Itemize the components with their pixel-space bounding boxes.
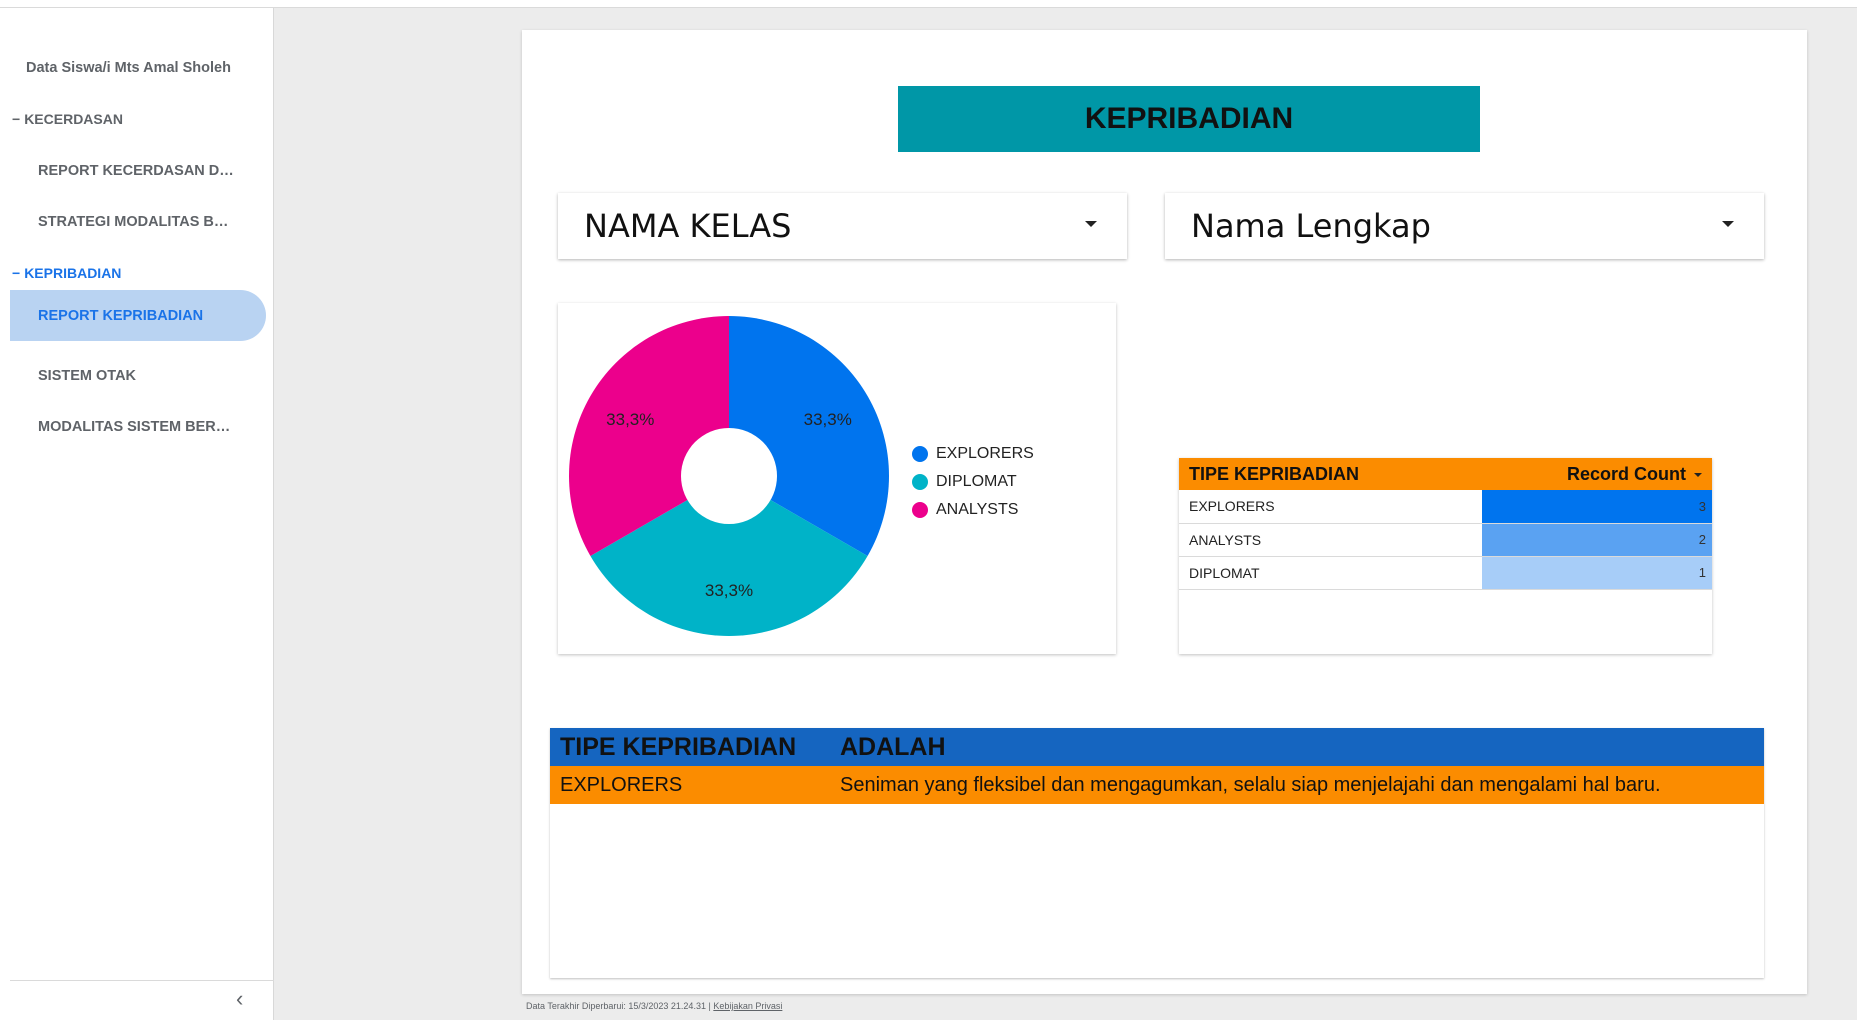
cell-record-count: 1: [1482, 556, 1712, 590]
column-header-tipe[interactable]: TIPE KEPRIBADIAN: [550, 728, 830, 766]
filter-label: Nama Lengkap: [1191, 207, 1431, 245]
filter-nama-lengkap[interactable]: Nama Lengkap: [1165, 193, 1764, 259]
collapse-section-icon: −: [12, 110, 21, 127]
legend-item-explorers[interactable]: EXPLORERS: [912, 440, 1034, 468]
dropdown-arrow-icon: [1722, 221, 1734, 227]
cell-tipe: DIPLOMAT: [1179, 556, 1482, 590]
last-updated-text: Data Terakhir Diperbarui: 15/3/2023 21.2…: [526, 1001, 706, 1011]
nav-item-sistem-otak[interactable]: SISTEM OTAK: [10, 350, 244, 401]
sort-desc-icon: [1694, 472, 1702, 477]
cell-tipe: EXPLORERS: [1179, 490, 1482, 524]
footer: Data Terakhir Diperbarui: 15/3/2023 21.2…: [526, 1001, 783, 1011]
legend-label: ANALYSTS: [936, 501, 1019, 518]
column-header-record-count[interactable]: Record Count: [1482, 458, 1712, 490]
legend-label: EXPLORERS: [936, 445, 1034, 462]
cell-record-count: 3: [1482, 490, 1712, 524]
column-header-adalah[interactable]: ADALAH: [830, 728, 1764, 766]
cell-record-count: 2: [1482, 523, 1712, 557]
nav-section-kecerdasan[interactable]: − KECERDASAN: [10, 93, 264, 144]
donut-hole: [681, 428, 777, 524]
sidebar-navigation: Data Siswa/i Mts Amal Sholeh − KECERDASA…: [0, 8, 274, 1020]
chevron-left-icon[interactable]: ‹: [236, 986, 243, 1012]
filter-nama-kelas[interactable]: NAMA KELAS: [558, 193, 1127, 259]
report-title-link[interactable]: Data Siswa/i Mts Amal Sholeh: [10, 42, 264, 93]
cell-description: Seniman yang fleksibel dan mengagumkan, …: [830, 766, 1764, 804]
legend-swatch: [912, 446, 928, 462]
dropdown-arrow-icon: [1085, 221, 1097, 227]
record-count-table: TIPE KEPRIBADIAN Record Count EXPLORERS 3…: [1179, 458, 1712, 654]
sidebar-footer: [10, 980, 274, 1012]
pie-value-label: 33,3%: [705, 581, 753, 600]
personality-description-table: TIPE KEPRIBADIAN ADALAH EXPLORERS Senima…: [550, 728, 1764, 978]
page-title: KEPRIBADIAN: [898, 86, 1480, 152]
cell-tipe: ANALYSTS: [1179, 523, 1482, 557]
privacy-link[interactable]: Kebijakan Privasi: [713, 1001, 782, 1011]
nav-item-modalitas-sistem[interactable]: MODALITAS SISTEM BERFI...: [10, 401, 244, 452]
pie-value-label: 33,3%: [606, 410, 654, 429]
table-row[interactable]: EXPLORERS 3: [1179, 490, 1712, 524]
column-header-tipe[interactable]: TIPE KEPRIBADIAN: [1179, 458, 1482, 490]
legend-swatch: [912, 474, 928, 490]
pie-value-label: 33,3%: [804, 410, 852, 429]
table-row[interactable]: DIPLOMAT 1: [1179, 556, 1712, 590]
top-bar: [0, 0, 1857, 8]
nav-item-report-kecerdasan[interactable]: REPORT KECERDASAN DAN...: [10, 145, 244, 196]
personality-donut-chart[interactable]: 33,3% 33,3% 33,3% EXPLORERS DIPLOMAT ANALYST…: [558, 303, 1116, 654]
legend-swatch: [912, 502, 928, 518]
nav-item-report-kepribadian[interactable]: REPORT KEPRIBADIAN: [10, 290, 266, 341]
chart-legend: EXPLORERS DIPLOMAT ANALYSTS: [912, 440, 1034, 524]
filter-label: NAMA KELAS: [584, 207, 792, 245]
collapse-section-icon: −: [12, 264, 21, 281]
legend-label: DIPLOMAT: [936, 473, 1017, 490]
nav-item-strategi-modalitas[interactable]: STRATEGI MODALITAS BEL...: [10, 196, 244, 247]
legend-item-diplomat[interactable]: DIPLOMAT: [912, 468, 1034, 496]
cell-type: EXPLORERS: [550, 766, 830, 804]
report-canvas: KEPRIBADIAN NAMA KELAS Nama Lengkap 33,3…: [522, 30, 1807, 994]
table-row[interactable]: EXPLORERS Seniman yang fleksibel dan men…: [550, 766, 1764, 804]
legend-item-analysts[interactable]: ANALYSTS: [912, 496, 1034, 524]
table-row[interactable]: ANALYSTS 2: [1179, 523, 1712, 557]
